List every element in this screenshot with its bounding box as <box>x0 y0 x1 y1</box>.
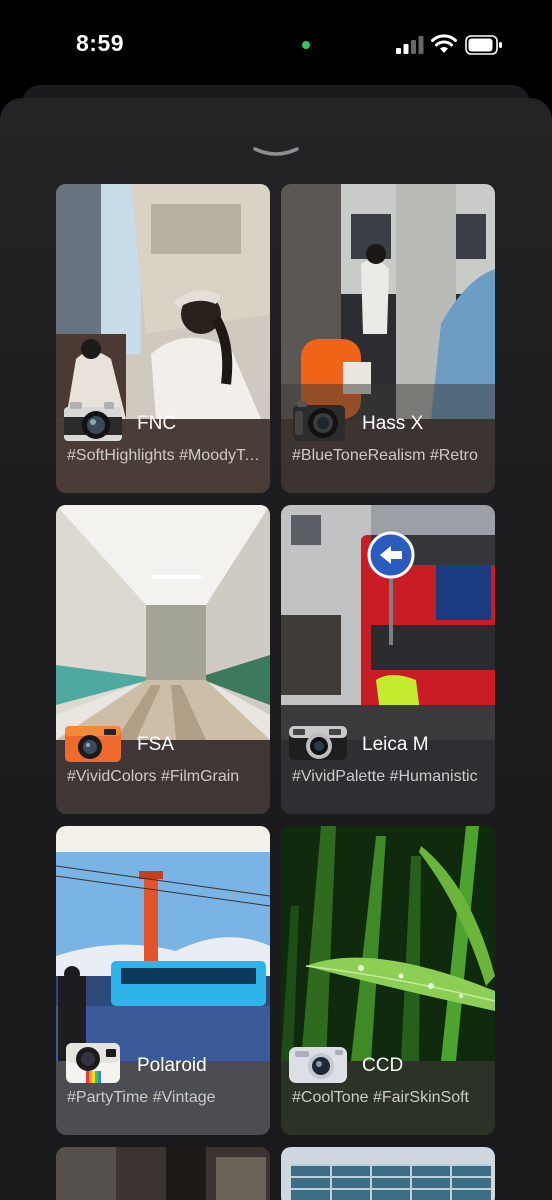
preset-info-polaroid: Polaroid #PartyTime #Vintage <box>56 1043 270 1135</box>
preset-name: CCD <box>362 1055 404 1076</box>
hasselblad-camera-icon <box>287 399 349 443</box>
orange-compact-camera-icon <box>62 720 124 764</box>
leica-camera-icon <box>287 720 349 764</box>
preset-info-ccd: CCD #CoolTone #FairSkinSoft <box>281 1047 495 1135</box>
silver-ccd-camera-icon <box>287 1041 349 1085</box>
preset-card-fnc[interactable]: FNC #SoftHighlights #MoodyTones <box>56 184 270 493</box>
preset-photo-polaroid <box>56 826 270 1061</box>
preset-card-leica-m[interactable]: Leica M #VividPalette #Humanistic <box>281 505 495 814</box>
preset-photo-fsa <box>56 505 270 740</box>
preset-photo-hass-x <box>281 184 495 419</box>
preset-info-fsa: FSA #VividColors #FilmGrain <box>56 726 270 814</box>
wifi-icon <box>431 34 457 53</box>
preset-tags: #CoolTone #FairSkinSoft <box>292 1089 469 1106</box>
preset-name: Polaroid <box>137 1055 207 1076</box>
preset-photo-partial-right <box>281 1147 495 1200</box>
preset-info-hass-x: Hass X #BlueToneRealism #Retro <box>281 401 495 493</box>
preset-photo-fnc <box>56 184 270 419</box>
preset-card-fsa[interactable]: FSA #VividColors #FilmGrain <box>56 505 270 814</box>
preset-tags: #SoftHighlights #MoodyTones <box>67 447 263 464</box>
camera-in-use-indicator <box>302 41 310 49</box>
fujifilm-camera-icon <box>62 399 124 443</box>
chevron-down-icon[interactable] <box>252 145 300 161</box>
preset-card-hass-x[interactable]: Hass X #BlueToneRealism #Retro <box>281 184 495 493</box>
preset-tags: #VividColors #FilmGrain <box>67 768 240 785</box>
battery-icon <box>465 35 502 55</box>
preset-name: FNC <box>137 413 177 434</box>
preset-tags: #VividPalette #Humanistic <box>292 768 478 785</box>
preset-tags: #BlueToneRealism #Retro <box>292 447 478 464</box>
preset-card-partial-right[interactable] <box>281 1147 495 1200</box>
cellular-signal-icon <box>396 36 424 54</box>
preset-photo-leica-m <box>281 505 495 740</box>
preset-grid: FNC #SoftHighlights #MoodyTones Hass X #… <box>56 184 496 1200</box>
preset-photo-partial-left <box>56 1147 270 1200</box>
preset-photo-ccd <box>281 826 495 1061</box>
preset-name: Hass X <box>362 413 424 434</box>
preset-info-fnc: FNC #SoftHighlights #MoodyTones <box>56 402 270 493</box>
polaroid-camera-icon <box>62 1041 124 1085</box>
preset-name: FSA <box>137 734 174 755</box>
preset-tags: #PartyTime #Vintage <box>67 1089 216 1106</box>
status-bar: 8:59 <box>0 0 552 90</box>
preset-name: Leica M <box>362 734 429 755</box>
preset-card-partial-left[interactable] <box>56 1147 270 1200</box>
preset-card-polaroid[interactable]: Polaroid #PartyTime #Vintage <box>56 826 270 1135</box>
preset-info-leica-m: Leica M #VividPalette #Humanistic <box>281 726 495 814</box>
preset-card-ccd[interactable]: CCD #CoolTone #FairSkinSoft <box>281 826 495 1135</box>
status-time: 8:59 <box>76 30 125 56</box>
